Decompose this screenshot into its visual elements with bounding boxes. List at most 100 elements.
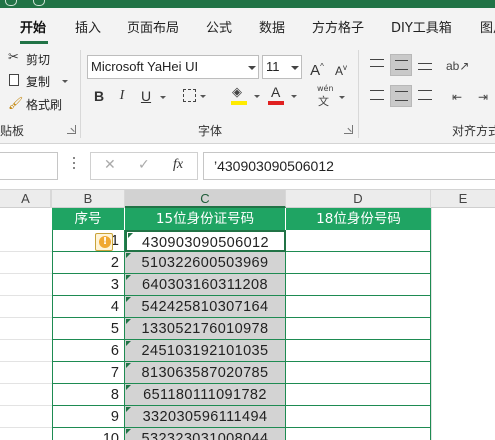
shrink-font-button[interactable]: Av — [330, 57, 352, 79]
seq-cell[interactable]: 6 — [52, 340, 125, 362]
save-icon[interactable] — [5, 0, 17, 6]
cut-label: 剪切 — [26, 53, 51, 67]
id15-cell[interactable]: 245103192101035 — [125, 340, 286, 362]
seq-cell[interactable]: 7 — [52, 362, 125, 384]
decrease-indent-button[interactable]: ⇤ — [446, 85, 468, 107]
id15-cell[interactable]: 651180111091782 — [125, 384, 286, 406]
active-cell-id15[interactable]: 430903090506012 — [125, 230, 286, 252]
enter-icon[interactable]: ✓ — [138, 157, 150, 173]
header-id15[interactable]: 15位身份证号码 — [125, 208, 286, 230]
copy-dropdown-icon[interactable] — [62, 80, 68, 83]
seq-cell[interactable]: 9 — [52, 406, 125, 428]
format-painter-button[interactable]: 🖌 格式刷 — [6, 95, 66, 113]
align-middle-button[interactable] — [390, 54, 412, 76]
id15-cell[interactable]: 813063587020785 — [125, 362, 286, 384]
font-launcher-icon[interactable] — [344, 125, 353, 134]
align-bottom-button[interactable] — [414, 54, 436, 76]
gridline — [0, 383, 52, 384]
underline-button[interactable]: U — [135, 85, 157, 107]
underline-icon: U — [140, 88, 152, 104]
col-header-c[interactable]: C — [125, 190, 286, 208]
seq-cell[interactable]: 1 — [52, 230, 125, 252]
underline-dropdown-icon[interactable] — [160, 96, 166, 99]
col-header-b[interactable]: B — [52, 190, 125, 208]
alignment-group-label: 对齐方式 — [452, 124, 495, 138]
tab-picture[interactable]: 图片 — [480, 17, 495, 36]
id18-cell[interactable] — [286, 384, 431, 406]
tab-home[interactable]: 开始 — [20, 17, 46, 36]
bold-button[interactable]: B — [88, 85, 110, 107]
id15-cell[interactable]: 532323031008044 — [125, 428, 286, 440]
name-box[interactable] — [0, 152, 58, 180]
id15-cell[interactable]: 332030596111494 — [125, 406, 286, 428]
col-header-e[interactable]: E — [431, 190, 495, 208]
id15-value: 640303160311208 — [142, 277, 268, 293]
id18-cell[interactable] — [286, 318, 431, 340]
id15-value: 332030596111494 — [142, 409, 268, 425]
id18-cell[interactable] — [286, 296, 431, 318]
seq-cell[interactable]: 5 — [52, 318, 125, 340]
id15-cell[interactable]: 640303160311208 — [125, 274, 286, 296]
tab-insert[interactable]: 插入 — [75, 17, 101, 36]
id18-cell[interactable] — [286, 428, 431, 440]
seq-cell[interactable]: 3 — [52, 274, 125, 296]
tab-page-layout[interactable]: 页面布局 — [127, 17, 179, 36]
grow-font-button[interactable]: A^ — [306, 56, 328, 79]
font-name-select[interactable]: Microsoft YaHei UI — [87, 55, 259, 79]
cancel-icon[interactable]: ✕ — [104, 157, 116, 173]
undo-icon[interactable] — [33, 0, 45, 6]
formula-input[interactable]: ’430903090506012 — [203, 152, 495, 180]
insert-function-icon[interactable]: fx — [173, 157, 183, 173]
gridline — [0, 427, 52, 428]
header-seq[interactable]: 序号 — [52, 208, 125, 230]
col-header-a[interactable]: A — [0, 190, 52, 208]
tab-ffgz[interactable]: 方方格子 — [312, 17, 364, 36]
id18-cell[interactable] — [286, 274, 431, 296]
align-left-button[interactable] — [366, 85, 388, 107]
seq-cell[interactable]: 10 — [52, 428, 125, 440]
col-header-d[interactable]: D — [286, 190, 431, 208]
tab-formulas[interactable]: 公式 — [206, 17, 232, 36]
font-color-button[interactable]: A — [266, 84, 298, 107]
tab-diy-toolbox[interactable]: DIY工具箱 — [391, 17, 452, 36]
id15-cell[interactable]: 510322600503969 — [125, 252, 286, 274]
font-size-select[interactable]: 11 — [262, 55, 302, 79]
font-name-value: Microsoft YaHei UI — [91, 59, 199, 74]
id15-cell[interactable]: 542425810307164 — [125, 296, 286, 318]
id18-cell[interactable] — [286, 340, 431, 362]
orientation-icon: ab↗ — [446, 59, 470, 73]
font-size-dropdown-icon — [291, 66, 299, 70]
id18-cell[interactable] — [286, 362, 431, 384]
copy-button[interactable]: 复制 — [6, 72, 68, 90]
id18-cell[interactable] — [286, 406, 431, 428]
tab-data[interactable]: 数据 — [259, 17, 285, 36]
seq-cell[interactable]: 8 — [52, 384, 125, 406]
align-center-button[interactable] — [390, 85, 412, 107]
group-separator — [80, 50, 81, 138]
clipboard-launcher-icon[interactable] — [67, 125, 76, 134]
error-indicator-icon — [126, 319, 131, 324]
phonetic-button[interactable]: wén 文 — [312, 84, 346, 108]
align-center-icon — [395, 91, 408, 101]
cut-button[interactable]: ✂ 剪切 — [6, 50, 56, 68]
increase-indent-button[interactable]: ⇥ — [472, 85, 494, 107]
header-id18[interactable]: 18位身份号码 — [286, 208, 431, 230]
grow-font-icon: A — [310, 62, 321, 79]
font-size-value: 11 — [266, 59, 280, 74]
orientation-button[interactable]: ab↗ — [446, 54, 470, 76]
border-button[interactable] — [180, 88, 206, 104]
error-indicator-icon — [126, 407, 131, 412]
seq-cell[interactable]: 2 — [52, 252, 125, 274]
align-top-button[interactable] — [366, 54, 388, 76]
align-right-button[interactable] — [414, 85, 436, 107]
id18-cell[interactable] — [286, 252, 431, 274]
italic-button[interactable]: I — [111, 85, 133, 107]
id18-cell[interactable] — [286, 230, 431, 252]
seq-cell[interactable]: 4 — [52, 296, 125, 318]
fill-color-button[interactable]: ◈ — [229, 85, 261, 107]
gridline — [0, 361, 52, 362]
id15-cell[interactable]: 133052176010978 — [125, 318, 286, 340]
error-warning-icon[interactable]: ! — [95, 233, 113, 251]
formula-bar-resize-handle[interactable] — [73, 157, 75, 175]
id15-value: 430903090506012 — [142, 235, 269, 251]
